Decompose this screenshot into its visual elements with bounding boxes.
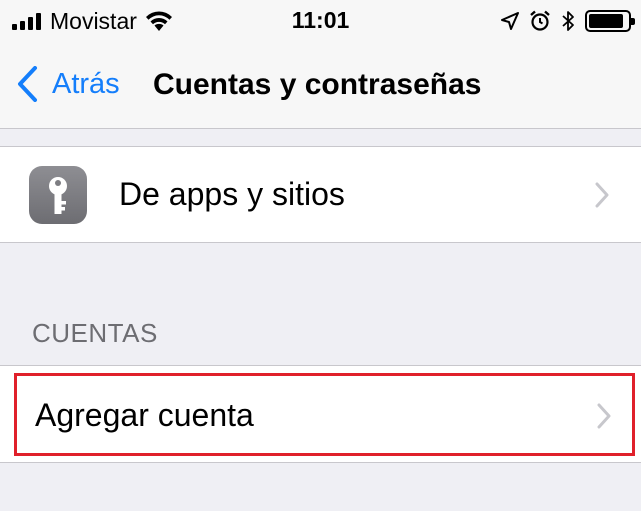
apps-and-sites-label: De apps y sitios — [119, 176, 345, 212]
chevron-right-icon — [595, 182, 609, 208]
bluetooth-icon — [562, 11, 574, 31]
add-account-label: Agregar cuenta — [35, 397, 254, 433]
chevron-right-icon — [597, 403, 611, 429]
status-bar-right — [501, 8, 635, 34]
settings-screen: Movistar 11:01 Atrás Cuentas y contraseñ… — [0, 0, 641, 511]
location-icon — [501, 12, 519, 30]
accounts-section-header: CUENTAS — [32, 318, 158, 348]
back-button-label: Atrás — [52, 67, 120, 100]
status-bar: Movistar 11:01 — [0, 0, 641, 42]
battery-cap — [631, 18, 635, 25]
page-title: Cuentas y contraseñas — [153, 68, 482, 101]
apps-and-sites-row[interactable]: De apps y sitios — [0, 146, 641, 243]
battery-icon — [585, 10, 635, 32]
add-account-row[interactable]: Agregar cuenta — [0, 365, 641, 463]
chevron-left-icon — [18, 66, 37, 102]
alarm-icon — [530, 10, 550, 31]
battery-level — [589, 14, 624, 28]
navigation-bar: Atrás Cuentas y contraseñas — [0, 42, 641, 129]
back-button[interactable]: Atrás — [16, 64, 120, 104]
key-icon — [29, 166, 87, 224]
